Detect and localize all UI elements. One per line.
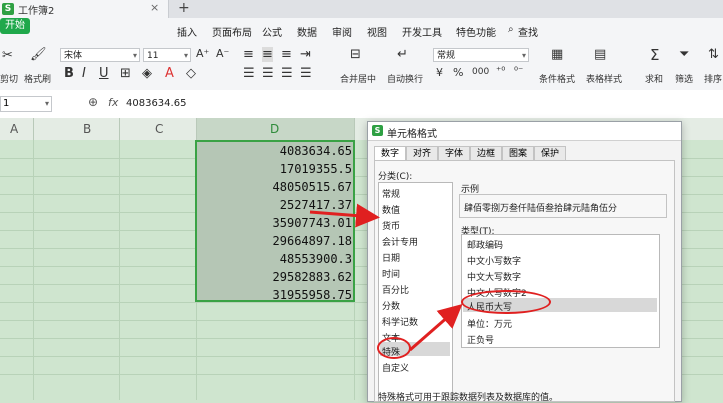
annotation-arrows bbox=[309, 203, 463, 352]
arrow-to-category-list bbox=[309, 203, 380, 228]
arrow-to-rmb-type bbox=[409, 304, 463, 352]
